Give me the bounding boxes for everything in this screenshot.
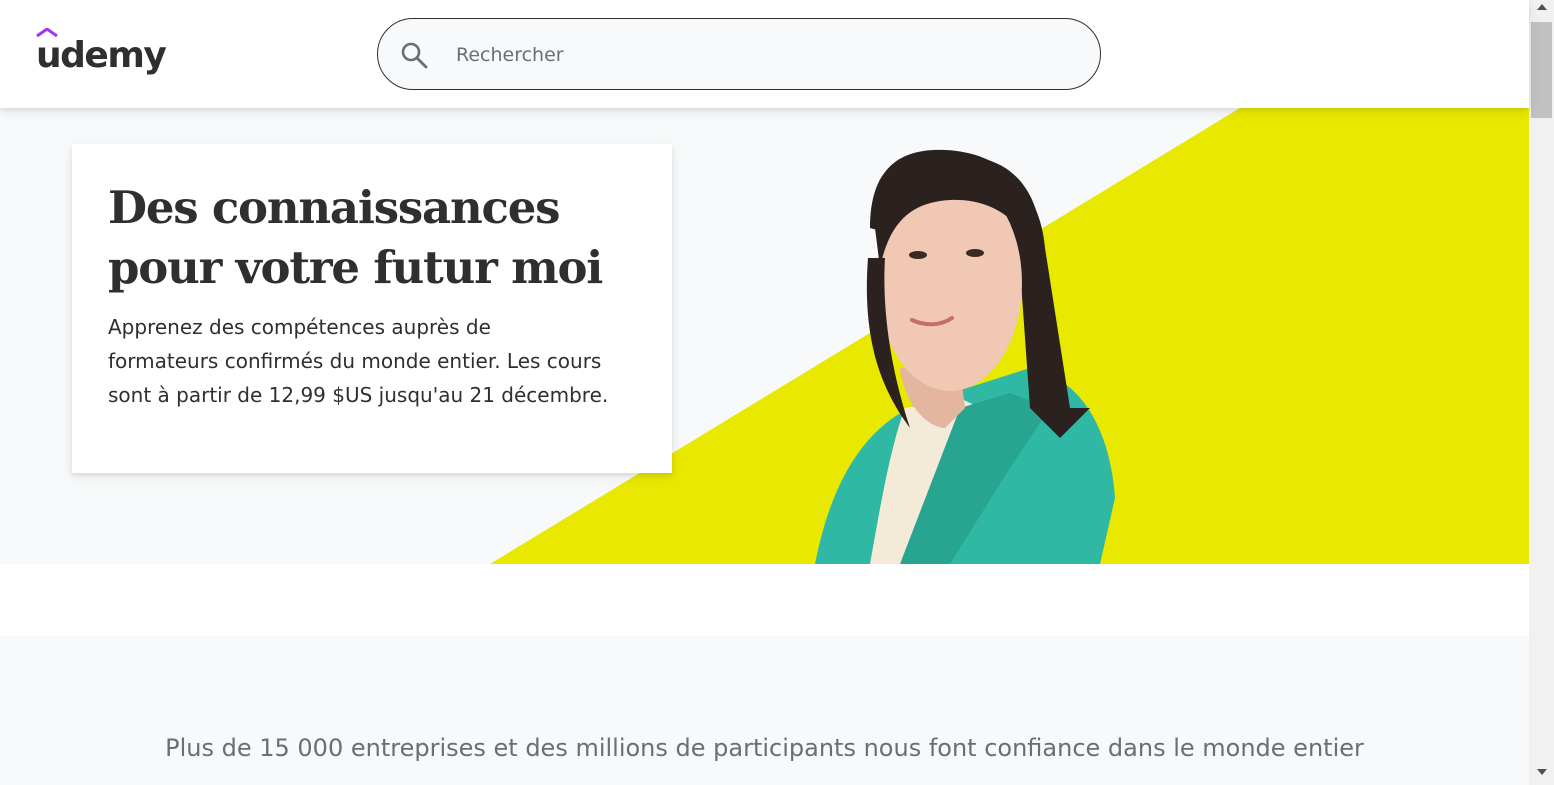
scroll-down-arrow-icon[interactable]: [1537, 769, 1547, 775]
page-scrollbar[interactable]: [1529, 0, 1554, 785]
hero-description: Apprenez des compétences auprès de forma…: [108, 310, 636, 412]
search-bar[interactable]: [377, 18, 1101, 90]
hero-title-line-1: Des connaissances: [108, 181, 560, 234]
trust-heading: Plus de 15 000 entreprises et des millio…: [165, 734, 1364, 762]
hero-text-line-3: sont à partir de 12,99 $US jusqu'au 21 d…: [108, 383, 609, 407]
scrollbar-thumb[interactable]: [1531, 22, 1552, 118]
search-input[interactable]: [456, 37, 1056, 73]
hero-title: Des connaissances pour votre futur moi: [108, 178, 636, 298]
section-spacer: [0, 564, 1529, 636]
trust-section: Plus de 15 000 entreprises et des millio…: [0, 636, 1529, 785]
hero-title-line-2: pour votre futur moi: [108, 241, 603, 294]
top-header: udemy: [0, 0, 1529, 108]
logo-text: udemy: [36, 35, 167, 76]
hero-banner: Des connaissances pour votre futur moi A…: [0, 108, 1529, 564]
hero-card: Des connaissances pour votre futur moi A…: [72, 144, 672, 473]
hero-text-line-1: Apprenez des compétences auprès de: [108, 315, 491, 339]
hero-text-line-2: formateurs confirmés du monde entier. Le…: [108, 349, 602, 373]
scroll-up-arrow-icon[interactable]: [1537, 4, 1547, 10]
search-icon[interactable]: [400, 41, 428, 69]
udemy-logo[interactable]: udemy: [36, 28, 176, 84]
